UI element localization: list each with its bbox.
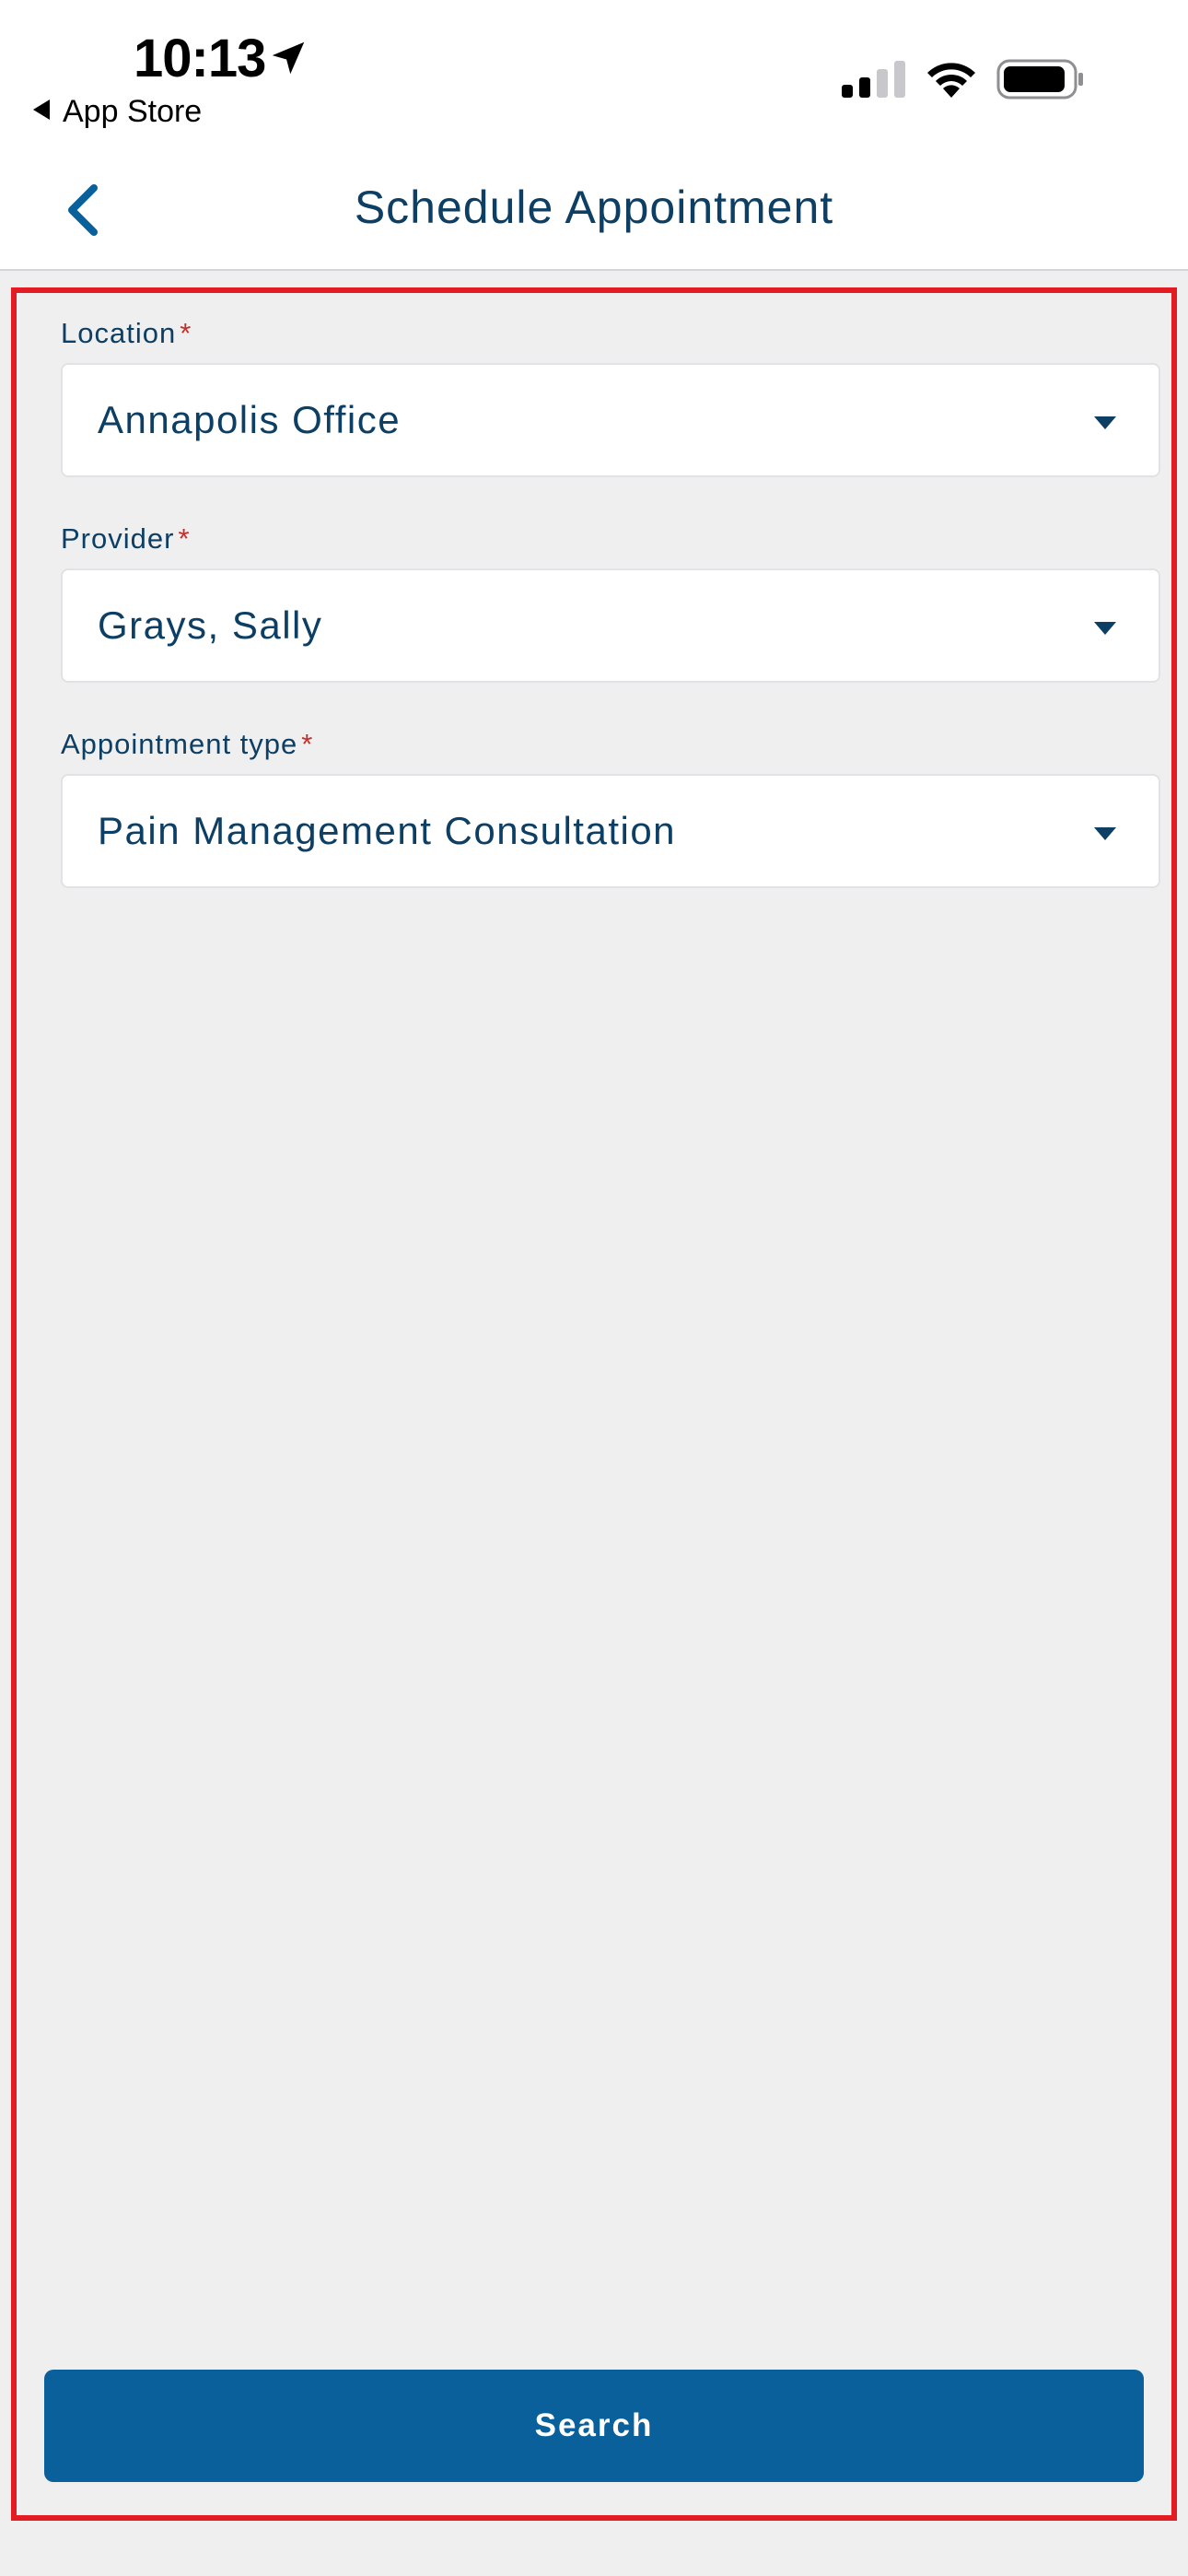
status-time: 10:13 — [134, 29, 266, 88]
required-marker: * — [178, 522, 191, 555]
location-label: Location * — [61, 317, 192, 350]
provider-select-value: Grays, Sally — [98, 603, 323, 647]
wifi-icon — [927, 63, 975, 98]
cellular-signal-icon — [842, 61, 905, 98]
location-label-text: Location — [61, 317, 177, 349]
appointment-type-select[interactable]: Pain Management Consultation — [61, 774, 1160, 888]
required-marker: * — [301, 728, 314, 760]
back-to-app-label: App Store — [63, 94, 203, 129]
provider-label-text: Provider — [61, 522, 175, 555]
battery-icon — [996, 59, 1083, 100]
appointment-type-label: Appointment type * — [61, 728, 313, 761]
back-to-app-link[interactable]: App Store — [33, 94, 202, 130]
status-bar: 10:13 App Store — [0, 0, 1188, 147]
appointment-type-label-text: Appointment type — [61, 728, 298, 760]
required-marker: * — [180, 317, 192, 349]
schedule-form: Location * Annapolis Office Provider * Gra… — [11, 287, 1177, 2521]
back-triangle-icon — [33, 100, 50, 120]
location-select[interactable]: Annapolis Office — [61, 363, 1160, 477]
navigation-bar: Schedule Appointment — [0, 147, 1188, 271]
appointment-type-select-value: Pain Management Consultation — [98, 809, 677, 852]
caret-down-icon — [1094, 827, 1116, 840]
page-title: Schedule Appointment — [354, 181, 834, 233]
caret-down-icon — [1094, 416, 1116, 429]
search-button[interactable]: Search — [44, 2370, 1144, 2482]
provider-select[interactable]: Grays, Sally — [61, 568, 1160, 683]
location-arrow-icon — [272, 41, 305, 75]
location-select-value: Annapolis Office — [98, 398, 402, 441]
caret-down-icon — [1094, 622, 1116, 635]
provider-label: Provider * — [61, 522, 191, 556]
